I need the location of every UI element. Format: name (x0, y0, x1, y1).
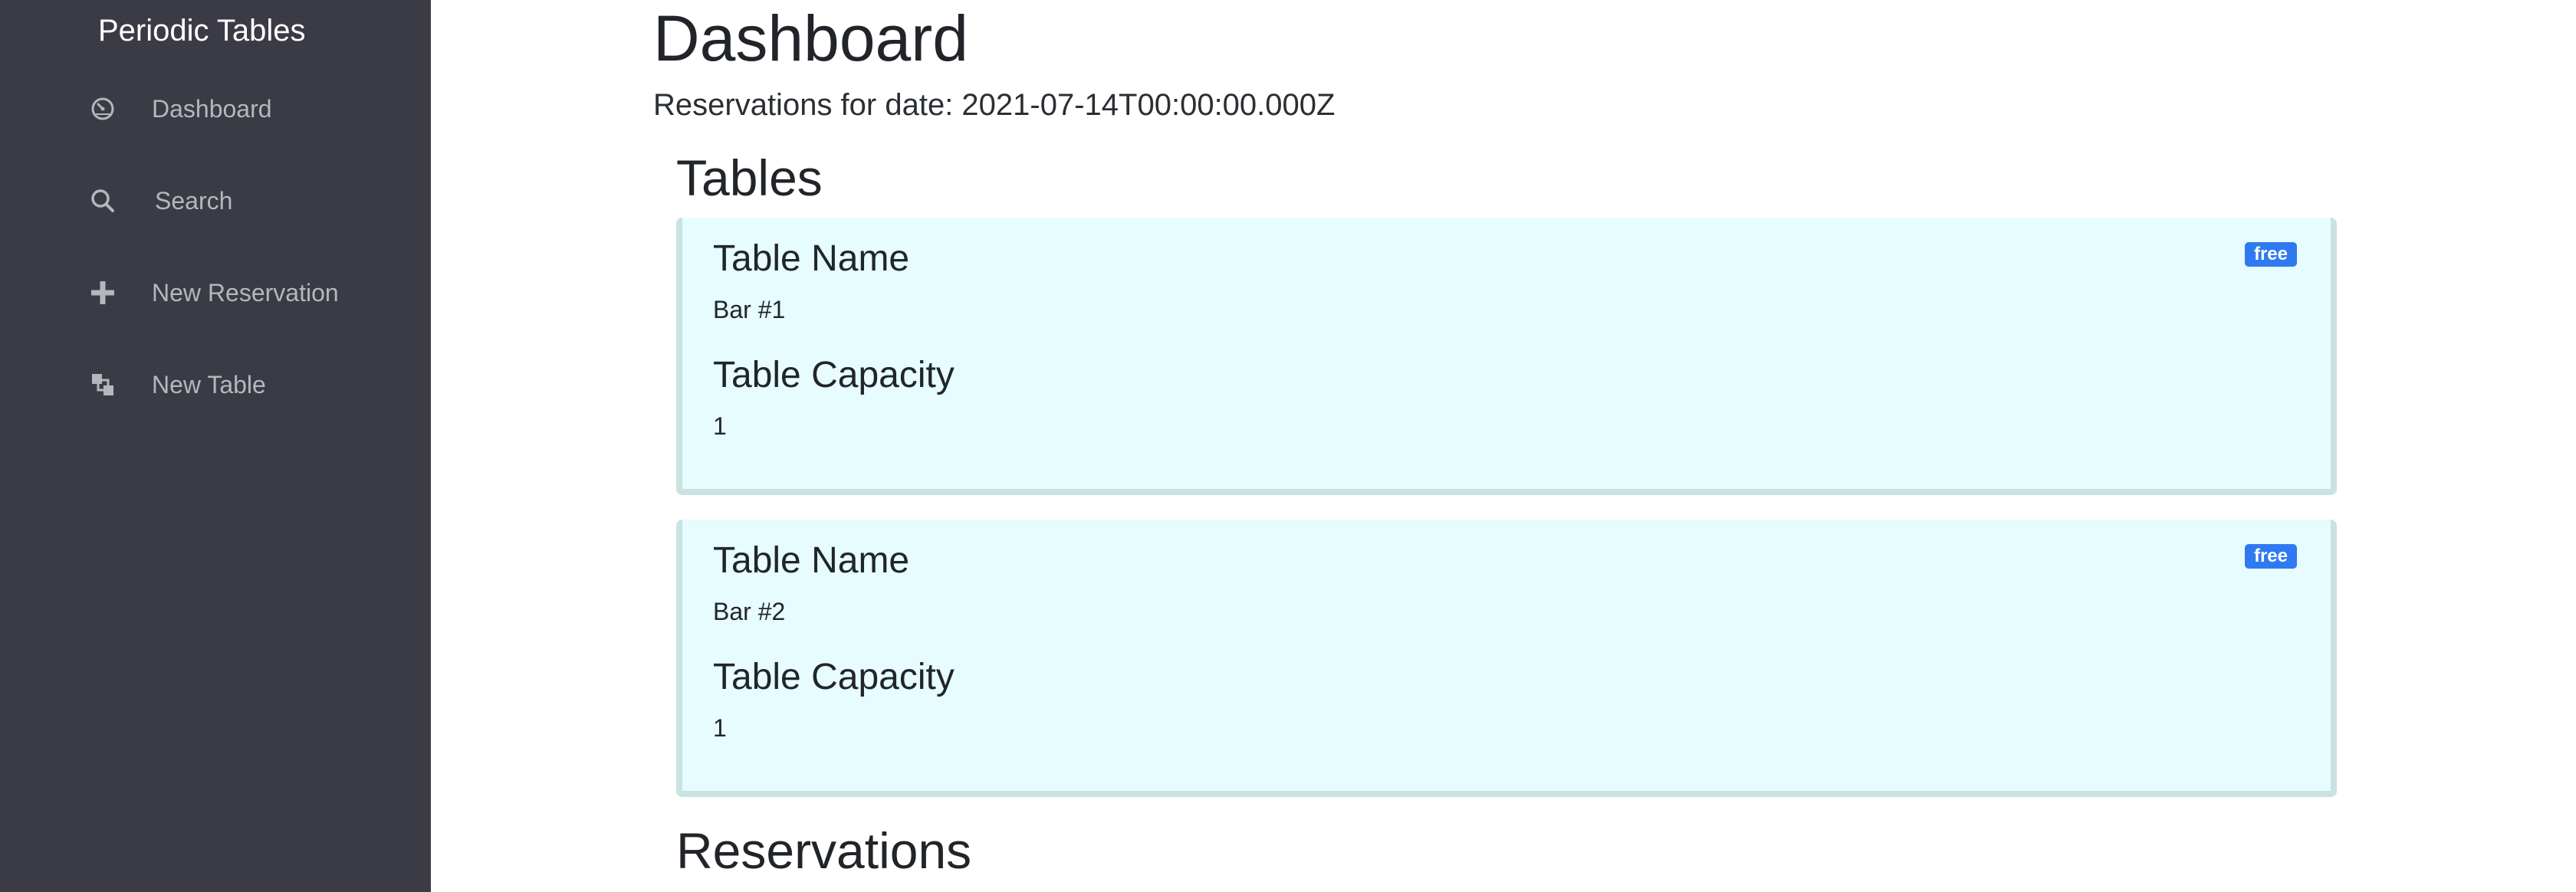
sidebar-item-search[interactable]: Search (86, 178, 232, 224)
page-title: Dashboard (653, 2, 968, 74)
table-capacity-value: 1 (713, 714, 727, 742)
plus-icon (86, 276, 120, 310)
table-card: Table Name Bar #1 Table Capacity 1 free (676, 218, 2337, 495)
status-badge: free (2244, 242, 2297, 267)
sidebar: Periodic Tables Dashboard Search New Res… (0, 0, 431, 892)
table-name-value: Bar #1 (713, 296, 786, 323)
dashboard-icon (86, 92, 120, 126)
reservations-date: Reservations for date: 2021-07-14T00:00:… (653, 88, 1336, 122)
table-card: Table Name Bar #2 Table Capacity 1 free (676, 520, 2337, 797)
brand-title[interactable]: Periodic Tables (98, 11, 306, 51)
tables-heading: Tables (676, 149, 823, 206)
new-table-icon (86, 368, 120, 402)
table-name-label: Table Name (713, 540, 910, 581)
sidebar-item-label: New Reservation (152, 278, 339, 307)
status-badge: free (2244, 544, 2297, 569)
reservations-heading: Reservations (676, 822, 972, 879)
sidebar-item-label: Dashboard (152, 94, 272, 123)
search-icon (86, 184, 120, 218)
table-name-value: Bar #2 (713, 598, 786, 625)
sidebar-item-new-table[interactable]: New Table (86, 362, 266, 408)
table-capacity-value: 1 (713, 412, 727, 440)
main-content: Dashboard Reservations for date: 2021-07… (431, 0, 2576, 892)
table-name-label: Table Name (713, 238, 910, 279)
sidebar-item-label: New Table (152, 370, 266, 398)
sidebar-item-new-reservation[interactable]: New Reservation (86, 270, 339, 316)
sidebar-item-dashboard[interactable]: Dashboard (86, 86, 272, 132)
sidebar-item-label: Search (155, 186, 233, 215)
table-capacity-label: Table Capacity (713, 657, 955, 697)
table-capacity-label: Table Capacity (713, 355, 955, 395)
